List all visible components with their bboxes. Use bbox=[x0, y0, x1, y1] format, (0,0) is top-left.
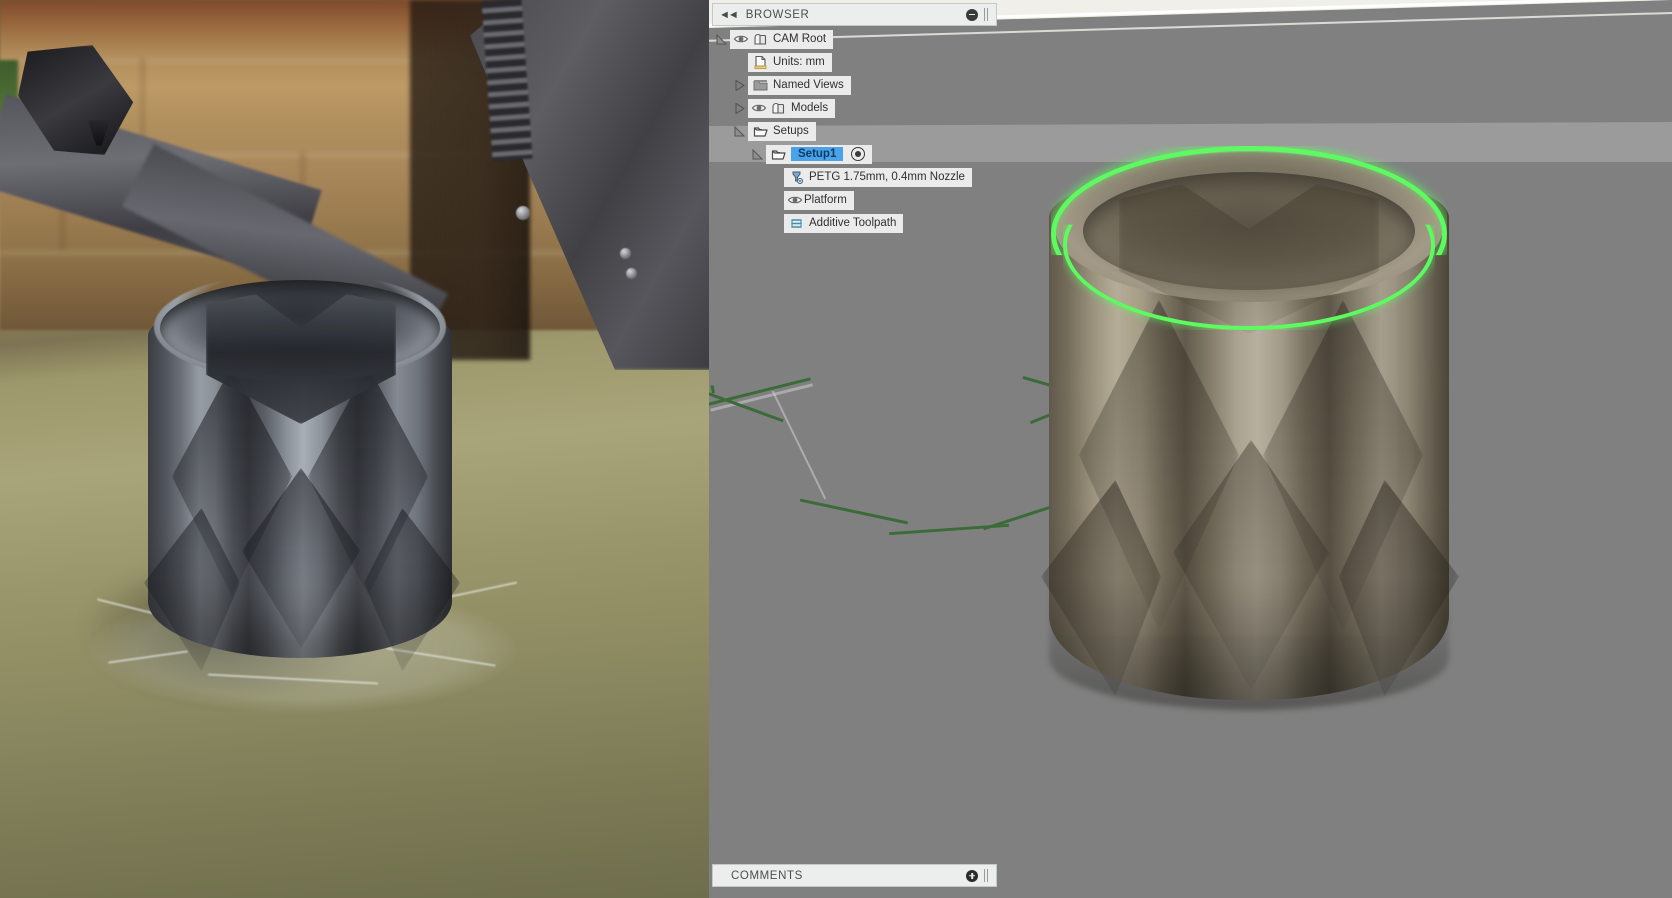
tree-node-label: Models bbox=[791, 102, 829, 114]
tree-node-label: Platform bbox=[804, 194, 847, 206]
active-setup-radio[interactable] bbox=[851, 147, 866, 161]
tree-node-additive-toolpath[interactable]: Additive Toolpath bbox=[712, 212, 1012, 234]
visibility-eye-icon[interactable] bbox=[750, 99, 768, 117]
tree-node-chip[interactable]: PETG 1.75mm, 0.4mm Nozzle bbox=[784, 167, 972, 187]
tree-node-chip[interactable]: Additive Toolpath bbox=[784, 213, 904, 233]
tree-node-chip[interactable]: CAM Root bbox=[730, 29, 834, 49]
browser-panel-header[interactable]: ◄◄ BROWSER bbox=[712, 3, 997, 26]
twisty-placeholder bbox=[766, 166, 784, 188]
tree-node-label: Setup1 bbox=[791, 147, 844, 161]
tree-node-label: Named Views bbox=[773, 79, 844, 91]
layers-icon bbox=[786, 214, 806, 232]
comments-panel-title: COMMENTS bbox=[731, 869, 803, 882]
setup-folder-icon bbox=[750, 122, 770, 140]
twisty-placeholder bbox=[766, 189, 784, 211]
tree-node-label: PETG 1.75mm, 0.4mm Nozzle bbox=[809, 171, 965, 183]
tree-node-cam-root[interactable]: CAM Root bbox=[712, 28, 1012, 50]
tree-node-chip[interactable]: Setups bbox=[748, 121, 816, 141]
resize-grip-icon[interactable] bbox=[984, 869, 990, 882]
twisty-expanded-icon[interactable] bbox=[730, 120, 748, 142]
twisted-vase-model[interactable] bbox=[1041, 146, 1459, 720]
tree-node-chip[interactable]: Setup1 bbox=[766, 144, 873, 164]
visibility-eye-icon[interactable] bbox=[786, 191, 804, 209]
tree-node-models[interactable]: Models bbox=[712, 97, 1012, 119]
tree-node-chip[interactable]: Models bbox=[748, 98, 836, 118]
comments-panel[interactable]: COMMENTS bbox=[712, 864, 1002, 887]
twisty-expanded-icon[interactable] bbox=[748, 143, 766, 165]
add-comment-icon[interactable] bbox=[966, 869, 978, 882]
tree-node-setup1[interactable]: Setup1 bbox=[712, 143, 1012, 165]
comments-panel-header[interactable]: COMMENTS bbox=[712, 864, 997, 887]
body-icon bbox=[750, 30, 770, 48]
twisty-expanded-icon[interactable] bbox=[712, 28, 730, 50]
visibility-eye-icon[interactable] bbox=[732, 30, 750, 48]
tree-node-platform[interactable]: Platform bbox=[712, 189, 1012, 211]
tree-node-chip[interactable]: Platform bbox=[784, 190, 854, 210]
tree-node-units-mm[interactable]: Units: mm bbox=[712, 51, 1012, 73]
browser-panel-title: BROWSER bbox=[745, 8, 810, 21]
tree-node-named-views[interactable]: Named Views bbox=[712, 74, 1012, 96]
printed-vase-photo bbox=[80, 258, 518, 713]
tree-node-chip[interactable]: Named Views bbox=[748, 75, 851, 95]
twisty-collapsed-icon[interactable] bbox=[730, 74, 748, 96]
tree-node-setups[interactable]: Setups bbox=[712, 120, 1012, 142]
printer-photograph bbox=[0, 0, 709, 898]
tree-node-chip[interactable]: Units: mm bbox=[748, 52, 832, 72]
folder-icon bbox=[750, 76, 770, 94]
body-icon bbox=[768, 99, 788, 117]
tree-node-label: Setups bbox=[773, 125, 809, 137]
twisty-placeholder bbox=[766, 212, 784, 234]
tree-node-label: CAM Root bbox=[773, 33, 827, 45]
tree-node-label: Units: mm bbox=[773, 56, 825, 68]
collapse-left-icon[interactable]: ◄◄ bbox=[719, 9, 739, 21]
browser-panel[interactable]: ◄◄ BROWSER bbox=[712, 3, 1002, 27]
setup-folder-icon bbox=[768, 145, 788, 163]
tree-node-petg-1-75mm-0-4mm-nozzle[interactable]: PETG 1.75mm, 0.4mm Nozzle bbox=[712, 166, 1012, 188]
application-window: ◄◄ BROWSER CAM Root Units: mm Named Views M… bbox=[0, 0, 1672, 898]
print-settings-icon bbox=[786, 168, 806, 186]
document-icon bbox=[750, 53, 770, 71]
twisty-collapsed-icon[interactable] bbox=[730, 97, 748, 119]
tree-node-label: Additive Toolpath bbox=[809, 217, 897, 229]
browser-tree[interactable]: CAM Root Units: mm Named Views Models Setups… bbox=[712, 28, 1012, 235]
minimize-icon[interactable] bbox=[966, 8, 978, 21]
twisty-placeholder bbox=[730, 51, 748, 73]
resize-grip-icon[interactable] bbox=[984, 8, 990, 21]
